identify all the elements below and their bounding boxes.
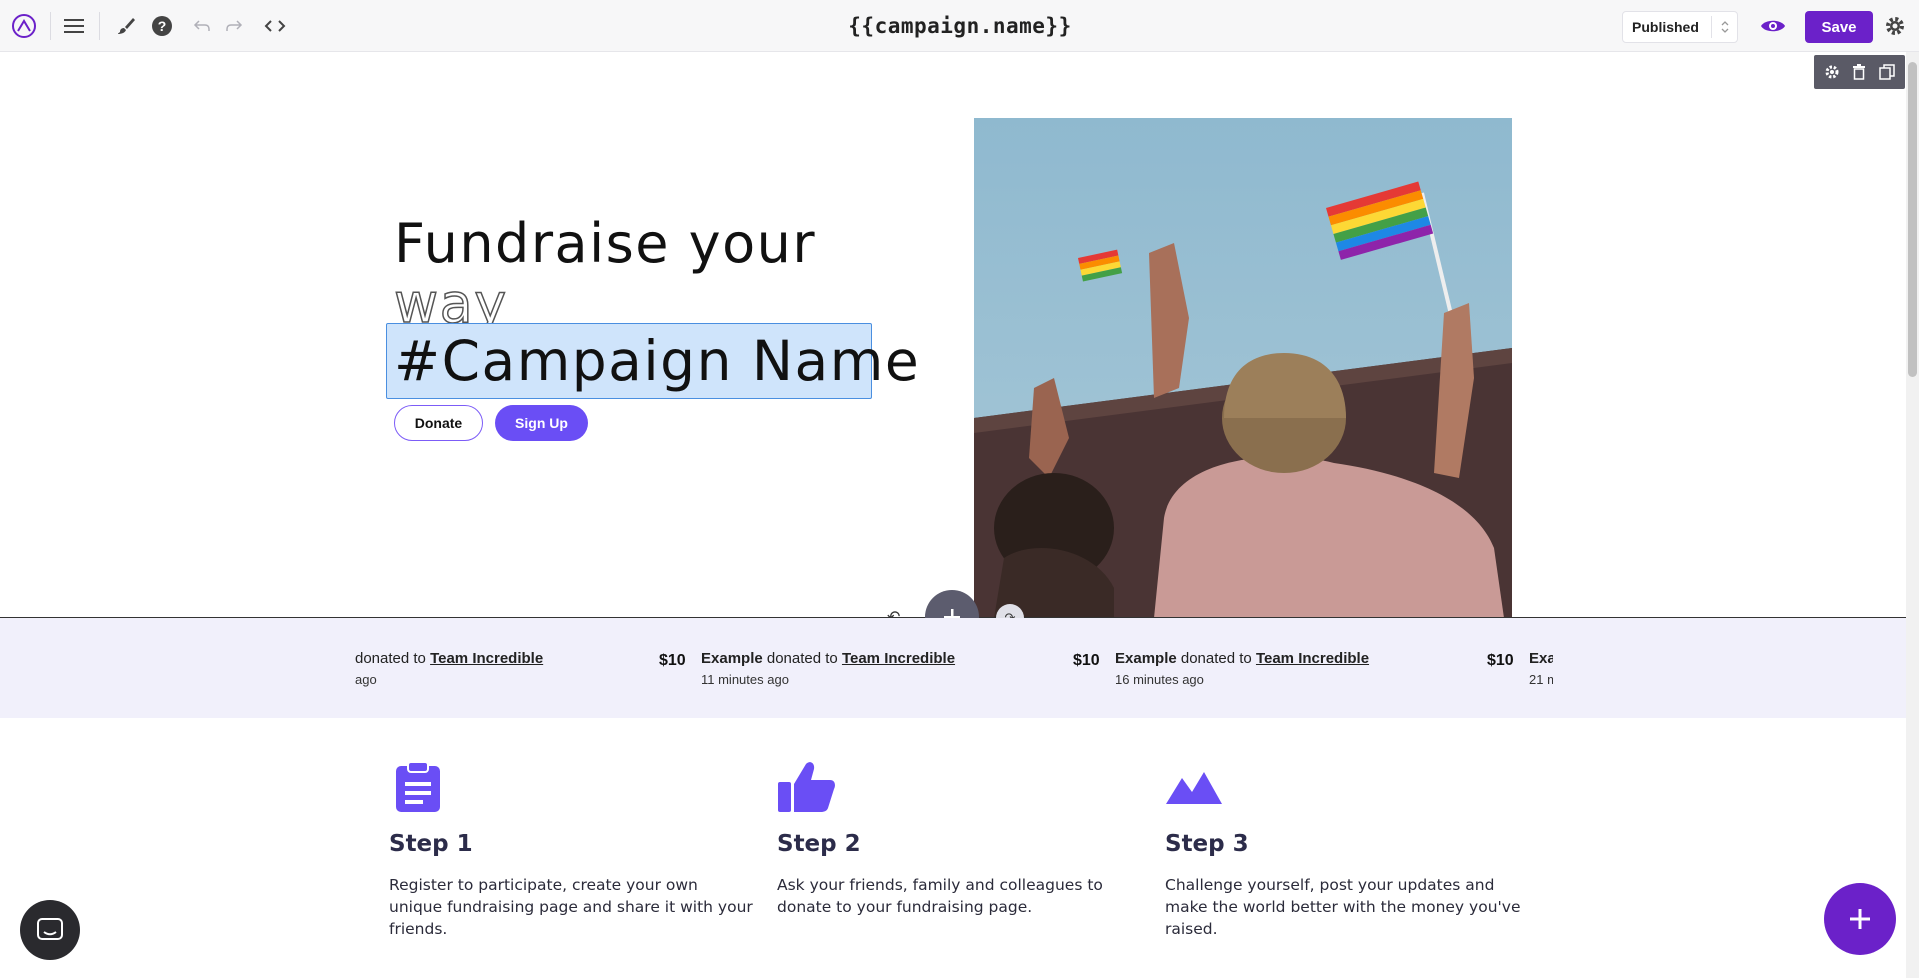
hero-heading-solid: Fundraise your (394, 212, 817, 275)
mountain-icon (1166, 760, 1222, 812)
hero-image[interactable] (974, 118, 1512, 618)
paintbrush-icon[interactable] (112, 12, 140, 40)
ticker-verb: donated to (355, 650, 426, 667)
ticker-amount: $10 (1487, 652, 1514, 669)
scrollbar-thumb[interactable] (1908, 62, 1917, 377)
preview-eye-icon[interactable] (1759, 12, 1787, 40)
step-2-title: Step 2 (777, 831, 861, 857)
ticker-amount: $10 (659, 652, 686, 669)
block-toolbar (1814, 55, 1905, 89)
app-logo-icon[interactable] (10, 12, 38, 40)
delete-icon[interactable] (1848, 61, 1870, 83)
publish-status-select[interactable]: Published (1622, 11, 1738, 43)
block-settings-icon[interactable] (1821, 61, 1843, 83)
ticker-amount: $10 (1073, 652, 1100, 669)
step-3-title: Step 3 (1165, 831, 1249, 857)
chat-launcher-button[interactable] (20, 900, 80, 960)
donation-ticker: donated to Team Incredible ago $10 Examp… (0, 618, 1906, 718)
step-1-text: Register to participate, create your own… (389, 876, 753, 938)
campaign-name-text[interactable]: #Campaign Name (394, 330, 920, 392)
publish-status-label: Published (1632, 19, 1699, 35)
menu-icon[interactable] (60, 12, 88, 40)
help-icon[interactable]: ? (148, 12, 176, 40)
ticker-time: 11 minutes ago (701, 672, 789, 687)
chevron-updown-icon (1711, 16, 1737, 38)
duplicate-icon[interactable] (1876, 61, 1898, 83)
code-icon[interactable] (261, 12, 289, 40)
ticker-team-link[interactable]: Team Incredible (842, 650, 955, 667)
ticker-donor-name: Example (1115, 650, 1177, 667)
ticker-item: Exa (1529, 650, 1553, 667)
ticker-item: donated to Team Incredible (355, 650, 543, 667)
step-2-text: Ask your friends, family and colleagues … (777, 876, 1103, 916)
ticker-verb: donated to (766, 650, 838, 667)
ticker-time: ago (355, 672, 377, 687)
redo-icon[interactable] (220, 12, 248, 40)
page-title: {{campaign.name}} (848, 14, 1072, 38)
toolbar-divider (50, 12, 51, 40)
sign-up-button[interactable]: Sign Up (495, 405, 588, 441)
ticker-item: Example donated to Team Incredible (701, 650, 955, 667)
add-block-button[interactable] (1824, 883, 1896, 955)
thumbs-up-icon (778, 760, 835, 812)
settings-gear-icon[interactable] (1881, 12, 1909, 40)
ticker-team-link[interactable]: Team Incredible (1256, 650, 1369, 667)
donate-button[interactable]: Donate (394, 405, 483, 441)
step-3-text: Challenge yourself, post your updates an… (1165, 876, 1521, 938)
editor-toolbar: ? {{campaign.name}} Published Save (0, 0, 1919, 52)
step-1-title: Step 1 (389, 831, 473, 857)
clipboard-icon (392, 760, 444, 812)
ticker-viewport: donated to Team Incredible ago $10 Examp… (355, 618, 1553, 718)
toolbar-divider (99, 12, 100, 40)
ticker-verb: donated to (1180, 650, 1252, 667)
ticker-team-link[interactable]: Team Incredible (430, 650, 543, 667)
plus-icon (1850, 909, 1870, 929)
undo-icon[interactable] (188, 12, 216, 40)
ticker-item: Example donated to Team Incredible (1115, 650, 1369, 667)
chat-icon (37, 918, 63, 940)
save-button[interactable]: Save (1805, 11, 1873, 43)
svg-text:?: ? (158, 18, 167, 34)
ticker-time: 16 minutes ago (1115, 672, 1204, 687)
ticker-donor-name: Example (701, 650, 763, 667)
ticker-time: 21 m (1529, 672, 1553, 687)
ticker-donor-name: Exa (1529, 650, 1553, 667)
